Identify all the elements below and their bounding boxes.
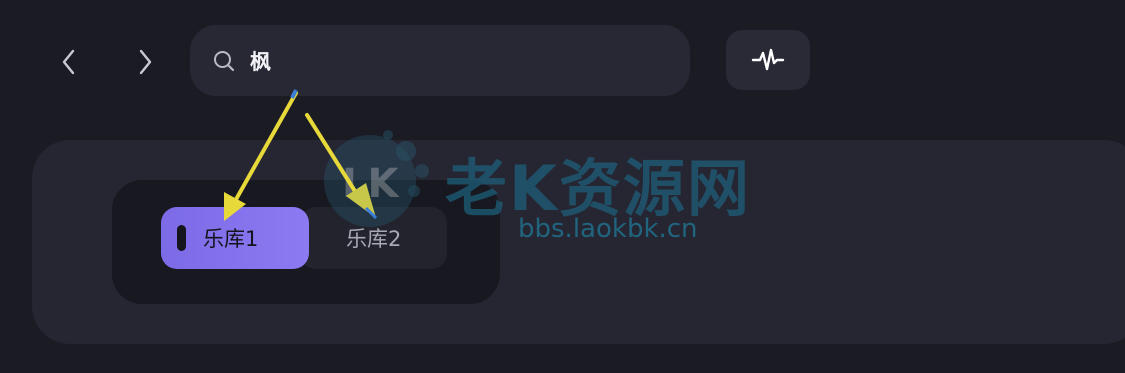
app-window: 乐库2 乐库1 LK 老K资源网 bbs.laokbk.cn: [0, 0, 1125, 373]
svg-text:LK: LK: [342, 161, 400, 207]
search-bar[interactable]: [190, 25, 690, 96]
watermark-logo: LK: [324, 130, 429, 227]
tab-label: 乐库1: [203, 227, 259, 251]
tab-library-1[interactable]: 乐库1: [161, 207, 309, 269]
chevron-right-icon: [139, 49, 152, 75]
back-button[interactable]: [51, 42, 87, 82]
forward-button[interactable]: [127, 42, 163, 82]
search-icon: [214, 51, 235, 72]
waveform-button[interactable]: [726, 30, 810, 90]
chevron-left-icon: [62, 49, 75, 75]
watermark-url: bbs.laokbk.cn: [518, 214, 698, 244]
waveform-icon: [751, 48, 785, 71]
active-tab-indicator: [177, 225, 186, 251]
search-input[interactable]: [248, 47, 652, 77]
